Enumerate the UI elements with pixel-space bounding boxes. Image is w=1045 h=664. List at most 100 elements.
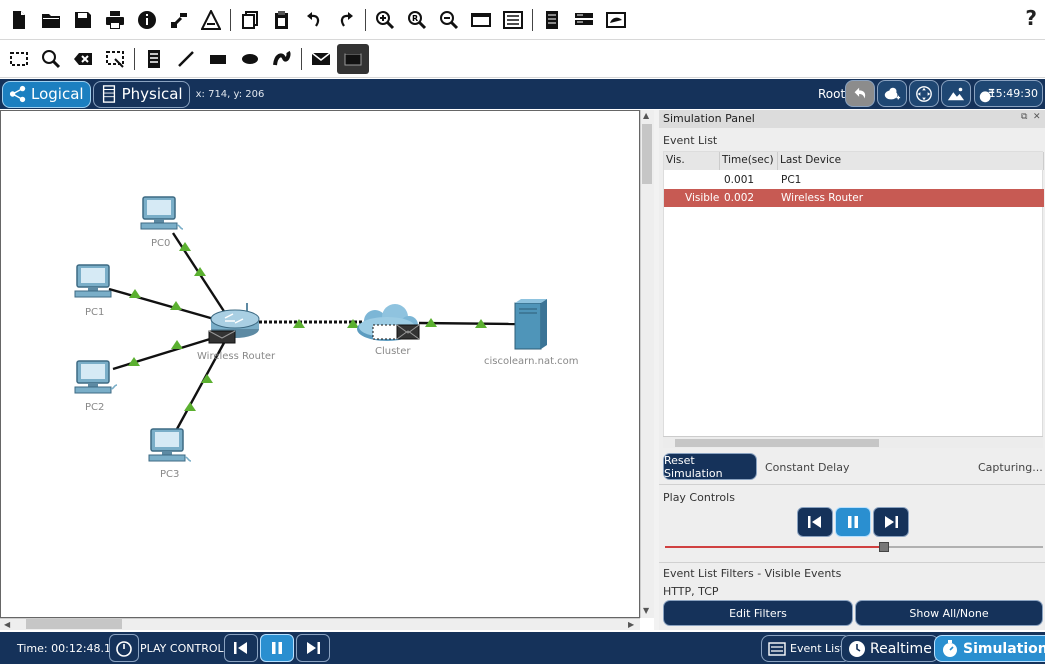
simple-pdu-icon[interactable]	[305, 44, 337, 74]
edit-filters-button[interactable]: Edit Filters	[663, 600, 853, 626]
simulation-clock[interactable]: 15:49:30	[974, 80, 1043, 107]
constant-delay-label: Constant Delay	[765, 461, 850, 474]
freeform-icon[interactable]	[266, 44, 298, 74]
status-pause-button[interactable]	[260, 634, 294, 662]
simulation-mode-label: Simulation	[963, 640, 1045, 657]
inspect-icon[interactable]	[35, 44, 67, 74]
select-icon[interactable]	[3, 44, 35, 74]
device-label-pc0: PC0	[151, 238, 171, 249]
forward-step-button[interactable]	[873, 507, 909, 537]
pdu-envelope-icon	[372, 324, 420, 340]
tab-physical[interactable]: Physical	[92, 80, 190, 108]
play-speed-slider-fill	[665, 546, 885, 548]
close-icon[interactable]: ✕	[1033, 112, 1041, 122]
event-vis: Visible	[685, 192, 720, 204]
show-all-none-button[interactable]: Show All/None	[855, 600, 1043, 626]
constant-delay-checkbox[interactable]: Constant Delay	[765, 461, 850, 474]
realtime-mode-label: Realtime	[870, 640, 932, 657]
info-icon[interactable]	[131, 5, 163, 35]
back-icon[interactable]	[845, 80, 875, 107]
toolbar-separator	[134, 47, 135, 70]
move-viewport-icon[interactable]	[909, 80, 939, 107]
workspace-nav-bar: Logical Physical x: 714, y: 206 Root 15:…	[0, 79, 1045, 109]
event-time: 0.002	[724, 192, 755, 204]
event-row[interactable]: 0.001 PC1	[664, 171, 1044, 189]
line-icon[interactable]	[170, 44, 202, 74]
event-list-toggle-button[interactable]: Event List	[761, 635, 852, 662]
realtime-mode-button[interactable]: Realtime	[841, 635, 939, 662]
rectangle-icon[interactable]	[202, 44, 234, 74]
workspace-vertical-scrollbar[interactable]	[640, 110, 654, 618]
resize-icon[interactable]	[99, 44, 131, 74]
column-header-time[interactable]: Time(sec)	[720, 152, 778, 170]
drawing-palette-icon[interactable]	[465, 5, 497, 35]
delete-icon[interactable]	[67, 44, 99, 74]
status-forward-button[interactable]	[296, 634, 330, 662]
server-icon[interactable]	[514, 299, 547, 350]
reset-simulation-button[interactable]: Reset Simulation	[663, 453, 757, 480]
toolbar-separator	[532, 8, 533, 31]
cluster-icon[interactable]	[536, 5, 568, 35]
physical-rack-icon	[102, 85, 115, 103]
paste-icon[interactable]	[266, 5, 298, 35]
new-file-icon[interactable]	[3, 5, 35, 35]
copy-icon[interactable]	[234, 5, 266, 35]
workspace-vertical-scroll-thumb[interactable]	[642, 124, 652, 184]
event-list-horizontal-scrollbar[interactable]	[663, 436, 1043, 448]
ellipse-icon[interactable]	[234, 44, 266, 74]
network-wizard-icon[interactable]	[163, 5, 195, 35]
save-icon[interactable]	[67, 5, 99, 35]
simulation-panel-title: Simulation Panel	[663, 112, 755, 125]
logical-workspace[interactable]: PC0 PC1 PC2 PC3 Wireless Router Cluster …	[0, 110, 640, 618]
help-icon[interactable]: ?	[1025, 6, 1037, 30]
tab-logical[interactable]: Logical	[2, 80, 91, 108]
event-device: Wireless Router	[781, 192, 864, 204]
undock-icon[interactable]: ⧉	[1021, 112, 1027, 122]
event-filters-value: HTTP, TCP	[663, 585, 719, 598]
play-controls-label: Play Controls	[663, 491, 735, 504]
main-toolbar: R ?	[0, 0, 1045, 40]
event-row-selected[interactable]: Visible 0.002 Wireless Router	[664, 189, 1044, 207]
background-image-icon[interactable]	[941, 80, 971, 107]
undo-icon[interactable]	[298, 5, 330, 35]
device-label-pc2: PC2	[85, 402, 105, 413]
print-icon[interactable]	[99, 5, 131, 35]
event-list-scroll-thumb[interactable]	[675, 439, 879, 447]
workspace-horizontal-scroll-thumb[interactable]	[26, 619, 122, 629]
power-cycle-button[interactable]	[109, 634, 139, 662]
zoom-out-icon[interactable]	[433, 5, 465, 35]
column-header-last-device[interactable]: Last Device	[778, 152, 1044, 170]
column-header-vis[interactable]: Vis.	[664, 152, 720, 170]
device-label-cluster: Cluster	[375, 346, 411, 357]
play-speed-slider-knob[interactable]	[879, 542, 890, 552]
pause-icon	[848, 516, 858, 528]
scroll-right-arrow[interactable]: ▶	[628, 620, 634, 629]
activity-wizard-icon[interactable]	[195, 5, 227, 35]
toolbar-separator	[365, 8, 366, 31]
scroll-up-arrow[interactable]: ▲	[643, 111, 649, 120]
pdu-envelope-icon	[208, 330, 236, 344]
pdu-list-icon[interactable]	[568, 5, 600, 35]
device-template-icon[interactable]	[600, 5, 632, 35]
root-label: Root	[818, 87, 846, 101]
pc0-icon[interactable]	[140, 196, 184, 230]
note-icon[interactable]	[138, 44, 170, 74]
open-folder-icon[interactable]	[35, 5, 67, 35]
status-back-button[interactable]	[224, 634, 258, 662]
pc3-icon[interactable]	[148, 428, 192, 462]
play-speed-slider[interactable]	[665, 546, 1043, 548]
cloud-add-icon[interactable]	[877, 80, 907, 107]
zoom-reset-icon[interactable]: R	[401, 5, 433, 35]
zoom-in-icon[interactable]	[369, 5, 401, 35]
back-step-button[interactable]	[797, 507, 833, 537]
simulation-mode-button[interactable]: Simulation	[934, 635, 1045, 662]
complex-pdu-icon[interactable]	[337, 43, 369, 74]
scroll-left-arrow[interactable]: ◀	[4, 620, 10, 629]
pc1-icon[interactable]	[74, 264, 112, 298]
custom-devices-icon[interactable]	[497, 5, 529, 35]
redo-icon[interactable]	[330, 5, 362, 35]
device-label-server: ciscolearn.nat.com	[484, 356, 579, 367]
pause-button[interactable]	[835, 507, 871, 537]
pc2-icon[interactable]	[74, 360, 118, 394]
scroll-down-arrow[interactable]: ▼	[643, 606, 649, 615]
